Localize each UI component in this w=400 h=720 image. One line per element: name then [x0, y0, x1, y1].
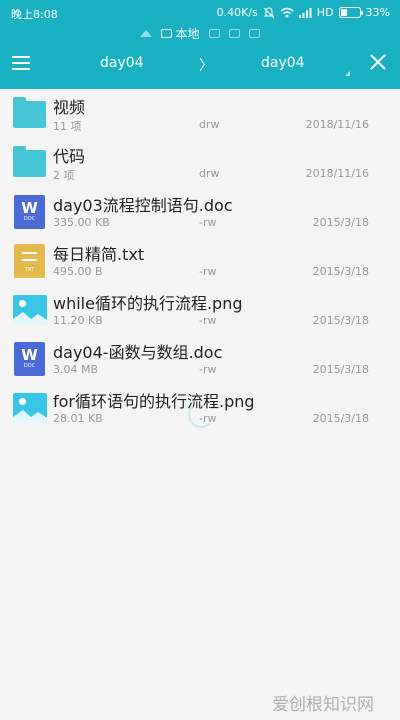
status-right: 0.40K/s HD 33% — [217, 6, 390, 19]
doc-file-icon: W DOC — [13, 342, 46, 376]
file-permissions: drw — [199, 167, 220, 180]
file-permissions: -rw — [199, 363, 217, 376]
close-icon[interactable] — [370, 54, 386, 70]
file-size: 335.00 KB — [53, 216, 110, 229]
file-size: 11.20 KB — [53, 314, 103, 327]
file-permissions: -rw — [199, 216, 217, 229]
wifi-icon — [280, 7, 294, 18]
home-tab-icon[interactable] — [140, 30, 153, 37]
file-row[interactable]: 视频 11 项 drw 2018/11/16 — [0, 89, 400, 138]
file-row[interactable]: while循环的执行流程.png 11.20 KB -rw 2015/3/18 — [0, 285, 400, 334]
breadcrumb-parent[interactable]: day04 — [100, 55, 144, 71]
file-name: day03流程控制语句.doc — [53, 196, 233, 215]
file-date: 2018/11/16 — [305, 167, 369, 180]
status-bar: 晚上8:08 0.40K/s HD 33% — [0, 0, 400, 25]
folder-icon — [13, 97, 46, 130]
file-row[interactable]: 代码 2 项 drw 2018/11/16 — [0, 138, 400, 187]
app-header: 本地 day04 〉 day04 — [0, 25, 400, 89]
file-date: 2015/3/18 — [312, 314, 369, 327]
tab-local[interactable]: 本地 — [161, 25, 200, 42]
image-file-icon — [13, 391, 47, 424]
folder-icon — [13, 146, 46, 179]
file-row[interactable]: W DOC day03流程控制语句.doc 335.00 KB -rw 2015/… — [0, 187, 400, 236]
file-permissions: -rw — [199, 314, 217, 327]
cloud-tab-icon[interactable] — [208, 29, 220, 38]
file-date: 2018/11/16 — [305, 118, 369, 131]
file-size: 28.01 KB — [53, 412, 103, 425]
breadcrumb-current[interactable]: day04 — [261, 55, 305, 71]
watermark: 爱创根知识网 — [272, 695, 374, 715]
signal-icon — [298, 8, 312, 18]
file-permissions: drw — [199, 118, 220, 131]
breadcrumb-separator: 〉 — [199, 58, 213, 74]
local-storage-icon — [161, 29, 173, 38]
file-size: 3.04 MB — [53, 363, 99, 376]
file-row[interactable]: TXT 每日精简.txt 495.00 B -rw 2015/3/18 — [0, 236, 400, 285]
file-size: 11 项 — [53, 120, 82, 133]
doc-file-icon: W DOC — [13, 195, 46, 229]
storage-tabs: 本地 — [0, 25, 400, 42]
file-row[interactable]: W DOC day04-函数与数组.doc 3.04 MB -rw 2015/3/… — [0, 334, 400, 383]
file-date: 2015/3/18 — [312, 412, 369, 425]
file-name: day04-函数与数组.doc — [53, 343, 223, 362]
file-name: for循环语句的执行流程.png — [53, 392, 255, 411]
file-permissions: -rw — [199, 265, 217, 278]
battery-percent: 33% — [365, 6, 390, 19]
network-type: HD — [316, 6, 334, 19]
tab-local-label: 本地 — [175, 27, 200, 41]
dropdown-corner-icon[interactable] — [345, 71, 350, 76]
network-tab-icon[interactable] — [228, 29, 240, 38]
file-date: 2015/3/18 — [312, 363, 369, 376]
file-name: 每日精简.txt — [53, 245, 145, 264]
file-name: 代码 — [53, 147, 86, 166]
mute-icon — [263, 6, 275, 18]
txt-file-icon: TXT — [13, 244, 46, 278]
file-size: 2 项 — [53, 169, 75, 182]
remote-tab-icon[interactable] — [248, 29, 260, 38]
file-date: 2015/3/18 — [312, 265, 369, 278]
file-name: 视频 — [53, 98, 86, 117]
status-time: 晚上8:08 — [11, 8, 58, 21]
network-speed: 0.40K/s — [216, 6, 258, 19]
file-date: 2015/3/18 — [312, 216, 369, 229]
menu-icon[interactable] — [12, 56, 30, 70]
image-file-icon — [13, 293, 47, 326]
battery-icon — [338, 7, 363, 18]
battery-fill — [340, 9, 347, 16]
file-name: while循环的执行流程.png — [53, 294, 243, 313]
file-list: 视频 11 项 drw 2018/11/16 代码 2 项 drw 2018/1… — [0, 89, 400, 432]
loading-spinner-icon — [188, 402, 214, 428]
file-size: 495.00 B — [53, 265, 103, 278]
